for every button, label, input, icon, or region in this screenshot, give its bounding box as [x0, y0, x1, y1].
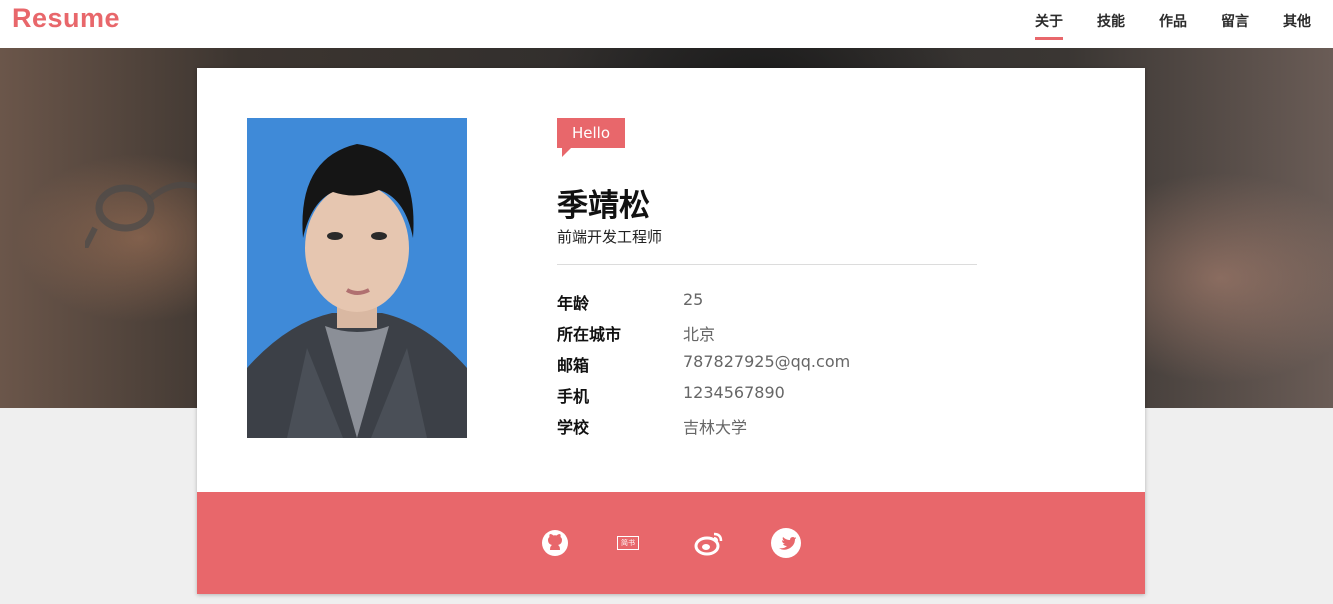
- nav-item-messages[interactable]: 留言: [1221, 11, 1249, 31]
- twitter-icon[interactable]: [770, 527, 802, 559]
- info-value: 787827925@qq.com: [683, 352, 851, 371]
- jianshu-label: 简书: [621, 539, 635, 547]
- profile-job-title: 前端开发工程师: [557, 228, 663, 246]
- nav-item-skills[interactable]: 技能: [1097, 11, 1125, 31]
- divider: [557, 264, 977, 265]
- info-label: 学校: [557, 418, 590, 437]
- nav-item-other[interactable]: 其他: [1283, 11, 1311, 31]
- profile-photo: [247, 118, 467, 438]
- social-footer: 简书: [197, 492, 1145, 594]
- info-label: 邮箱: [557, 356, 590, 375]
- info-value: 北京: [683, 325, 716, 344]
- site-logo[interactable]: Resume: [12, 3, 120, 34]
- info-label: 所在城市: [557, 325, 622, 344]
- top-navbar: Resume 关于 技能 作品 留言 其他: [0, 0, 1333, 48]
- jianshu-icon[interactable]: 简书: [617, 536, 639, 550]
- github-icon[interactable]: [539, 527, 571, 559]
- info-label: 年龄: [557, 294, 590, 313]
- glasses-decoration: [85, 181, 202, 248]
- info-label: 手机: [557, 387, 590, 406]
- profile-name: 季靖松: [557, 188, 650, 224]
- info-value: 吉林大学: [683, 418, 748, 437]
- person-portrait: [247, 118, 467, 438]
- hello-badge: Hello: [557, 118, 626, 157]
- info-value: 1234567890: [683, 383, 785, 402]
- weibo-icon[interactable]: [693, 527, 725, 559]
- nav-item-about[interactable]: 关于: [1035, 11, 1063, 40]
- nav-item-works[interactable]: 作品: [1159, 11, 1187, 31]
- profile-card: Hello 季靖松 前端开发工程师 年龄 25 所在城市 北京 邮箱 78782…: [197, 68, 1145, 594]
- info-value: 25: [683, 290, 704, 309]
